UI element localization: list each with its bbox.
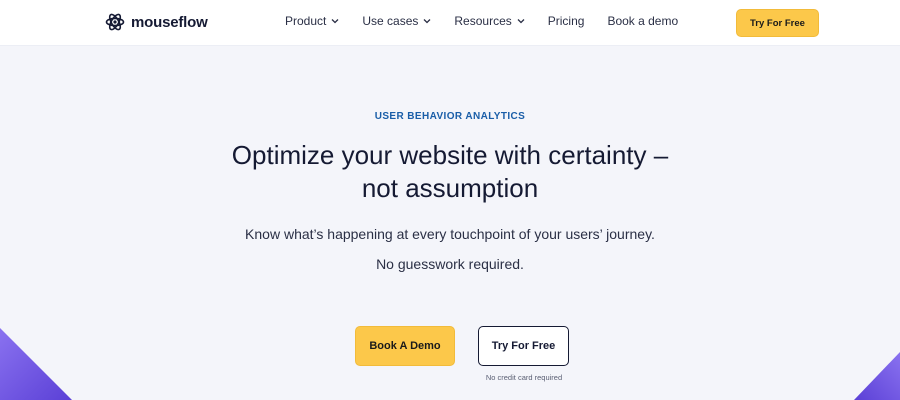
nav-item-label: Resources [454,14,512,28]
book-a-demo-button[interactable]: Book A Demo [355,326,455,366]
decorative-purple-shape-right [854,352,900,400]
nav-item-label: Book a demo [607,14,679,28]
nav-item-book-a-demo[interactable]: Book a demo [607,14,678,28]
logo-text: mouseflow [131,13,208,31]
page: mouseflow Product Use cases Resources Pr… [0,0,900,400]
atom-icon [105,13,125,31]
try-for-free-header-button[interactable]: Try For Free [736,9,819,37]
main-nav: Product Use cases Resources Pricing Book… [285,14,701,28]
hero-subtext-secondary: No guesswork required. [376,256,524,272]
headline-line-2: not assumption [361,173,539,203]
hero-subtext: Know what’s happening at every touchpoin… [245,226,655,242]
no-credit-card-note: No credit card required [485,373,563,382]
site-header: mouseflow Product Use cases Resources Pr… [0,0,900,46]
chevron-down-icon [517,19,525,24]
eyebrow-label: USER BEHAVIOR ANALYTICS [374,111,526,122]
try-for-free-button[interactable]: Try For Free [478,326,569,366]
nav-item-use-cases[interactable]: Use cases [362,14,431,28]
nav-item-product[interactable]: Product [285,14,339,28]
nav-item-pricing[interactable]: Pricing [548,14,585,28]
chevron-down-icon [423,19,431,24]
chevron-down-icon [331,19,339,24]
hero-headline: Optimize your website with certainty – n… [150,139,750,205]
decorative-purple-shape-left [0,328,72,400]
nav-item-label: Use cases [362,14,419,28]
logo[interactable]: mouseflow [105,11,208,33]
nav-item-resources[interactable]: Resources [454,14,525,28]
headline-line-1: Optimize your website with certainty – [231,140,669,170]
nav-item-label: Product [285,14,327,28]
nav-item-label: Pricing [547,14,585,28]
